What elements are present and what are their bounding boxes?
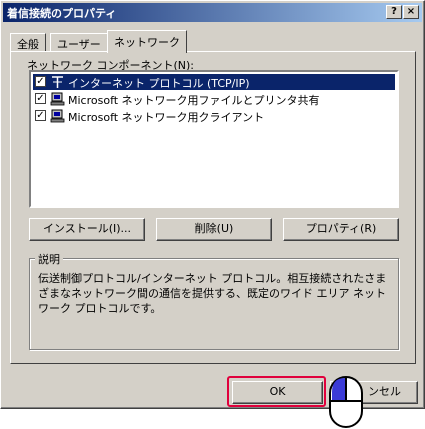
tab-users[interactable]: ユーザー (50, 33, 108, 52)
list-item-label: Microsoft ネットワーク用クライアント (68, 111, 265, 124)
close-button[interactable]: × (403, 5, 419, 19)
list-item-label: Microsoft ネットワーク用ファイルとプリンタ共有 (68, 94, 320, 107)
window-title: 着信接続のプロパティ (7, 7, 117, 20)
tab-network[interactable]: ネットワーク (107, 30, 187, 53)
list-item-label: インターネット プロトコル (TCP/IP) (68, 77, 250, 90)
properties-dialog: 着信接続のプロパティ ? × 全般 ユーザー ネットワーク ネットワーク コンポ… (0, 0, 425, 409)
uninstall-button[interactable]: 削除(U) (156, 218, 272, 241)
properties-button[interactable]: プロパティ(R) (283, 218, 399, 241)
components-list[interactable]: ✓ インターネット プロトコル (TCP/IP) ✓ Microsoft ネット… (29, 70, 399, 208)
tab-general[interactable]: 全般 (10, 33, 46, 52)
list-item[interactable]: ✓ Microsoft ネットワーク用クライアント (33, 108, 395, 124)
description-title: 説明 (35, 251, 63, 267)
network-service-icon (50, 92, 65, 106)
checkbox[interactable]: ✓ (35, 76, 46, 87)
cancel-button-label: ンセル (368, 385, 401, 398)
title-bar: 着信接続のプロパティ ? × (3, 3, 422, 22)
network-client-icon (50, 109, 65, 123)
list-item[interactable]: ✓ インターネット プロトコル (TCP/IP) (33, 74, 395, 90)
mouse-cursor-icon (329, 376, 363, 428)
help-button[interactable]: ? (386, 5, 402, 19)
checkbox[interactable]: ✓ (35, 110, 46, 121)
install-button[interactable]: インストール(I)... (29, 218, 145, 241)
description-text: 伝送制御プロトコル/インターネット プロトコル。相互接続されたさまざまなネットワ… (38, 272, 387, 315)
ok-highlight-box (227, 376, 326, 407)
protocol-icon (52, 76, 63, 88)
tab-panel-network: ネットワーク コンポーネント(N): ✓ インターネット プロトコル (TCP/… (10, 51, 416, 364)
checkbox[interactable]: ✓ (35, 93, 46, 104)
list-item[interactable]: ✓ Microsoft ネットワーク用ファイルとプリンタ共有 (33, 91, 395, 107)
